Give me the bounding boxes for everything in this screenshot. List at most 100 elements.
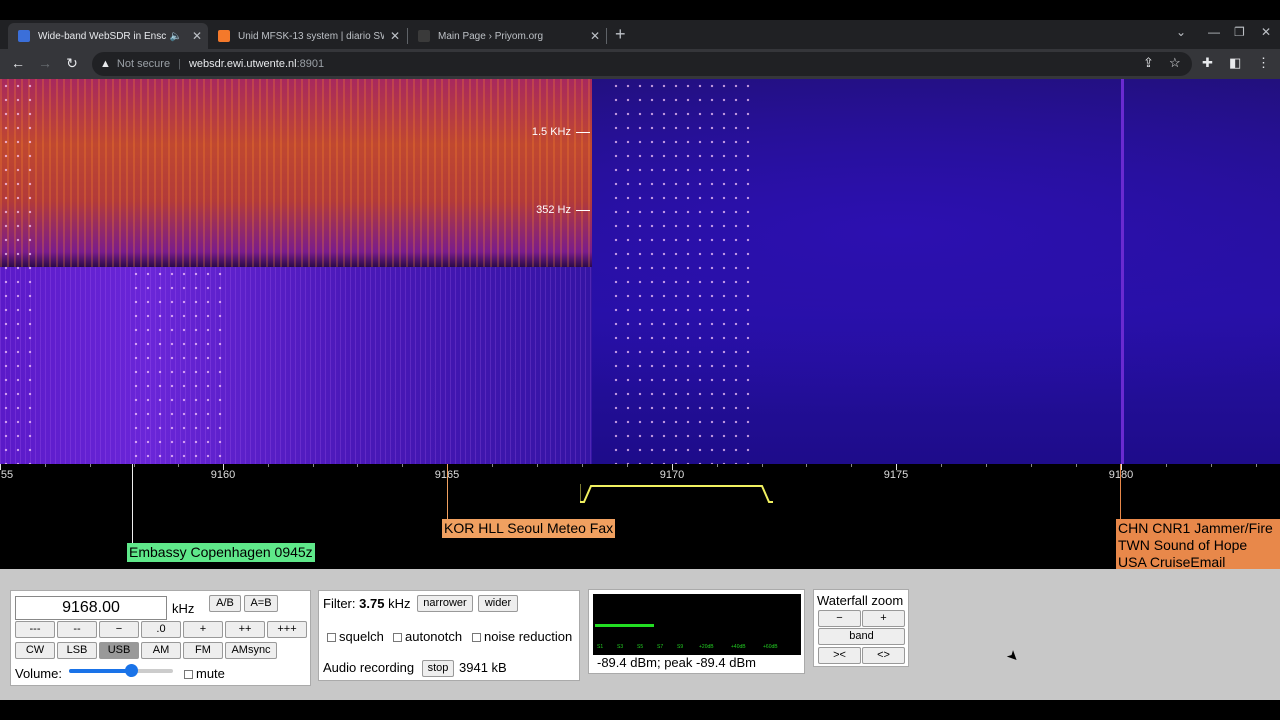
address-toolbar: ← → ↻ ▲ Not secure | websdr.ewi.utwente.… <box>0 49 1280 79</box>
blogger-favicon-icon <box>218 30 230 42</box>
forward-icon[interactable]: → <box>36 55 54 71</box>
step-up-1-button[interactable]: + <box>183 621 223 638</box>
mode-am-button[interactable]: AM <box>141 642 181 659</box>
a-equals-b-button[interactable]: A=B <box>244 595 278 612</box>
mode-usb-button[interactable]: USB <box>99 642 139 659</box>
station-marker-line <box>132 464 133 544</box>
frequency-unit: kHz <box>172 601 195 616</box>
station-label-usa-cruise[interactable]: USA CruiseEmail <box>1116 553 1227 569</box>
new-tab-button[interactable]: + <box>615 24 626 44</box>
waterfall-signal-traces <box>0 79 40 464</box>
narrower-button[interactable]: narrower <box>417 595 473 612</box>
waterfall-signal-traces <box>130 267 230 464</box>
zoom-band-button[interactable]: band <box>818 628 905 645</box>
smeter-scale-label: +60dB <box>763 644 778 650</box>
noise-reduction-label: noise reduction <box>484 629 573 644</box>
volume-slider[interactable] <box>69 664 173 677</box>
tab-title: Wide-band WebSDR in Ensch <box>38 30 166 42</box>
mute-checkbox[interactable]: mute <box>184 666 225 681</box>
tab-close-icon[interactable]: ✕ <box>390 29 400 43</box>
tab-search-icon[interactable]: ⌄ <box>1176 25 1186 39</box>
tab-close-icon[interactable]: ✕ <box>192 29 202 43</box>
zoom-narrow-button[interactable]: >< <box>818 647 861 664</box>
volume-slider-fill <box>69 669 132 673</box>
stop-recording-button[interactable]: stop <box>422 660 454 677</box>
waterfall-zoomed-region <box>0 79 592 267</box>
smeter-scale-label: S3 <box>617 644 624 650</box>
squelch-checkbox[interactable]: squelch <box>327 629 384 644</box>
warning-icon: ▲ <box>100 58 111 70</box>
tab-title: Main Page › Priyom.org <box>438 30 544 42</box>
station-marker-line <box>1120 464 1121 519</box>
autonotch-checkbox-box[interactable] <box>393 633 402 643</box>
audio-recording-label: Audio recording <box>323 660 415 675</box>
zoom-wide-button[interactable]: <> <box>862 647 905 664</box>
frequency-marker: 352 Hz <box>536 204 590 216</box>
autonotch-label: autonotch <box>405 629 463 644</box>
screen: Wide-band WebSDR in Ensch 🔈 ✕ Unid MFSK-… <box>0 0 1280 720</box>
wider-button[interactable]: wider <box>478 595 518 612</box>
passband-indicator[interactable] <box>580 484 776 504</box>
scale-label: 9180 <box>1108 469 1134 481</box>
ab-button[interactable]: A/B <box>209 595 241 612</box>
minimize-icon[interactable]: — <box>1208 25 1220 39</box>
address-bar[interactable]: ▲ Not secure | websdr.ewi.utwente.nl :89… <box>92 52 1192 76</box>
autonotch-checkbox[interactable]: autonotch <box>393 629 462 644</box>
filter-box: Filter: 3.75 kHz narrower wider squelch … <box>318 590 580 681</box>
reload-icon[interactable]: ↻ <box>63 55 81 72</box>
share-icon[interactable]: ⇪ <box>1143 55 1154 71</box>
priyom-favicon-icon <box>418 30 430 42</box>
scale-label: 9160 <box>210 469 236 481</box>
signal-meter: S1 S3 S5 S7 S9 +20dB +40dB +60dB <box>593 594 801 655</box>
mode-lsb-button[interactable]: LSB <box>57 642 97 659</box>
step-up-2-button[interactable]: ++ <box>225 621 265 638</box>
waterfall-display[interactable]: 1.5 KHz 352 Hz <box>0 79 1280 464</box>
mode-cw-button[interactable]: CW <box>15 642 55 659</box>
tab-separator <box>407 28 408 44</box>
back-icon[interactable]: ← <box>9 55 27 71</box>
volume-slider-knob[interactable] <box>125 664 139 677</box>
station-label-embassy-copenhagen[interactable]: Embassy Copenhagen 0945z <box>127 543 315 562</box>
tab-diario-sw[interactable]: Unid MFSK-13 system | diario SW ✕ <box>210 23 406 49</box>
squelch-label: squelch <box>339 629 384 644</box>
noise-reduction-checkbox[interactable]: noise reduction <box>472 629 572 644</box>
step-down-2-button[interactable]: -- <box>57 621 97 638</box>
frequency-input[interactable] <box>15 596 167 620</box>
extensions-icon[interactable]: ✚ <box>1202 55 1213 71</box>
url-host: websdr.ewi.utwente.nl <box>188 58 297 70</box>
signal-reading: -89.4 dBm; peak -89.4 dBm <box>597 655 756 670</box>
tab-separator <box>606 28 607 44</box>
tab-close-icon[interactable]: ✕ <box>590 29 600 43</box>
side-panel-icon[interactable]: ◧ <box>1229 55 1241 71</box>
waterfall-carrier-line <box>1121 79 1124 464</box>
scale-label: 9175 <box>883 469 909 481</box>
tuning-box: kHz A/B A=B --- -- − .0 + ++ +++ CW LSB … <box>10 590 311 686</box>
bookmark-star-icon[interactable]: ☆ <box>1169 55 1181 71</box>
close-window-icon[interactable]: ✕ <box>1261 25 1271 39</box>
smeter-scale-label: S1 <box>597 644 604 650</box>
station-label-kor-hll[interactable]: KOR HLL Seoul Meteo Fax <box>442 519 616 538</box>
waterfall-lower-region <box>0 267 592 464</box>
zoom-out-button[interactable]: − <box>818 610 861 627</box>
smeter-scale-label: +20dB <box>699 644 714 650</box>
step-down-3-button[interactable]: --- <box>15 621 55 638</box>
step-down-1-button[interactable]: − <box>99 621 139 638</box>
zoom-in-button[interactable]: + <box>862 610 905 627</box>
websdr-favicon-icon <box>18 30 30 42</box>
mode-fm-button[interactable]: FM <box>183 642 223 659</box>
maximize-icon[interactable]: ❐ <box>1234 25 1245 39</box>
browser-menu-icon[interactable]: ⋮ <box>1257 55 1270 71</box>
filter-width-unit: kHz <box>388 596 411 611</box>
round-frequency-button[interactable]: .0 <box>141 621 181 638</box>
step-up-3-button[interactable]: +++ <box>267 621 307 638</box>
squelch-checkbox-box[interactable] <box>327 633 336 643</box>
address-divider: | <box>178 58 181 70</box>
filter-width-value: 3.75 <box>359 596 385 611</box>
mute-checkbox-box[interactable] <box>184 670 193 680</box>
tab-priyom[interactable]: Main Page › Priyom.org ✕ <box>410 23 606 49</box>
mode-amsync-button[interactable]: AMsync <box>225 642 277 659</box>
volume-label: Volume: <box>15 666 62 681</box>
tab-websdr[interactable]: Wide-band WebSDR in Ensch 🔈 ✕ <box>8 23 208 49</box>
waterfall-zoom-box: Waterfall zoom − + band >< <> <box>813 589 909 667</box>
noise-reduction-checkbox-box[interactable] <box>472 633 481 643</box>
